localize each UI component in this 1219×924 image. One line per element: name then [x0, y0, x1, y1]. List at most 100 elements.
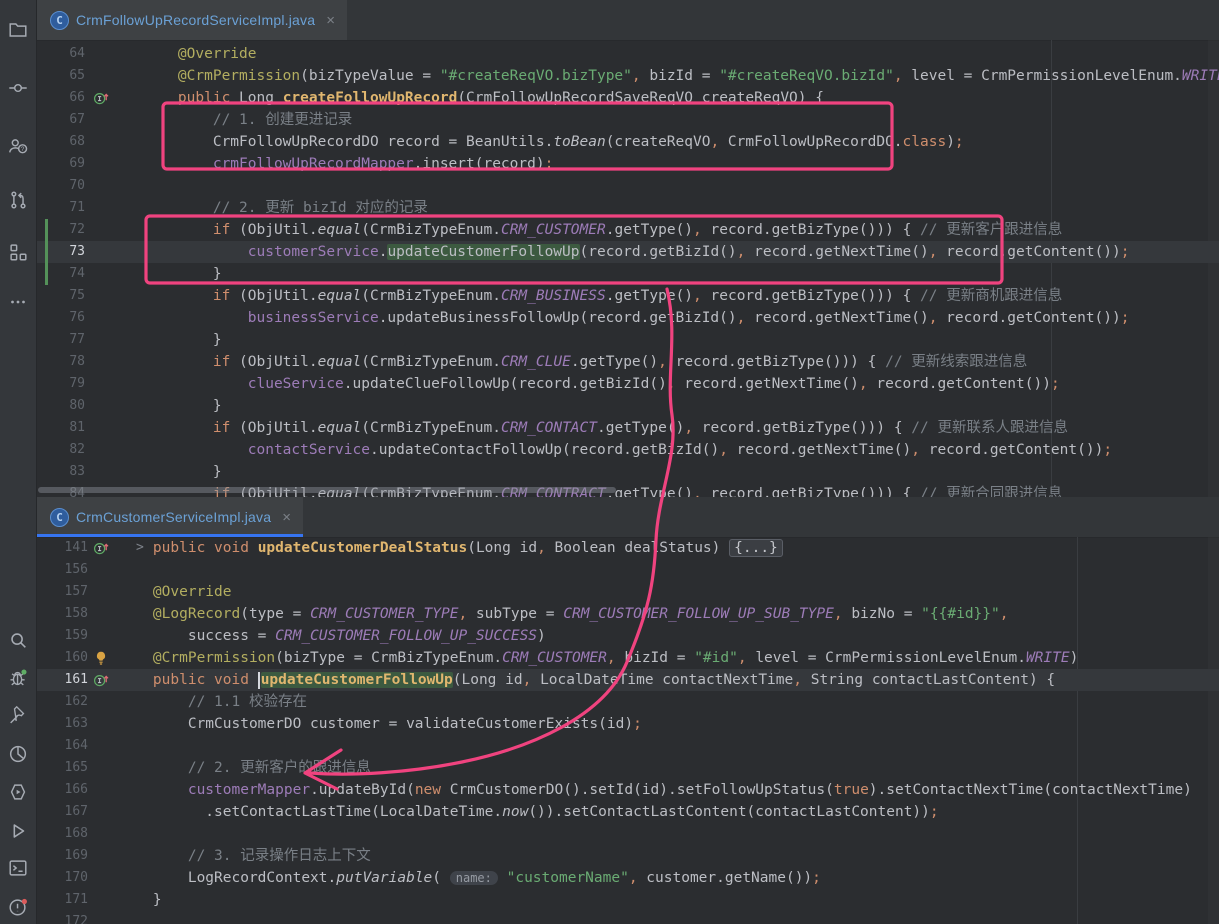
code-text: public Long createFollowUpRecord(CrmFoll… — [143, 87, 824, 109]
code-line-69: 69 crmFollowUpRecordMapper.insert(record… — [36, 153, 1219, 175]
code-line-78: 78 if (ObjUtil.equal(CrmBizTypeEnum.CRM_… — [36, 351, 1219, 373]
line-number: 75 — [36, 285, 85, 307]
code-text: public void updateCustomerFollowUp(Long … — [118, 669, 1055, 691]
line-number: 165 — [36, 757, 88, 779]
code-text: // 2. 更新 bizId 对应的记录 — [143, 197, 428, 219]
java-class-icon: C — [50, 508, 69, 527]
code-line-169: 169 // 3. 记录操作日志上下文 — [36, 845, 1219, 867]
tab-crm-follow-up-record-service-impl[interactable]: C CrmFollowUpRecordServiceImpl.java × — [36, 0, 347, 40]
code-text: } — [143, 329, 222, 351]
run-icon[interactable] — [7, 820, 29, 842]
code-text: // 3. 记录操作日志上下文 — [118, 845, 371, 867]
code-line-172: 172 — [36, 911, 1219, 924]
ide-window: { "colors": { "editor-bg": "#2b2d30", "s… — [0, 0, 1219, 924]
vcs-change-bar — [45, 263, 48, 285]
code-line-168: 168 — [36, 823, 1219, 845]
line-number: 171 — [36, 889, 88, 911]
line-number: 157 — [36, 581, 88, 603]
code-text: } — [143, 395, 222, 417]
code-text: public void updateCustomerDealStatus(Lon… — [118, 537, 783, 559]
tabbar-top: C CrmFollowUpRecordServiceImpl.java × — [36, 0, 1219, 41]
line-number: 68 — [36, 131, 85, 153]
implements-gutter-icon[interactable] — [93, 540, 109, 556]
code-line-73: 73 customerService.updateCustomerFollowU… — [36, 241, 1219, 263]
code-line-156: 156 — [36, 559, 1219, 581]
profiler-icon[interactable] — [7, 743, 29, 765]
code-text: .setContactLastTime(LocalDateTime.now())… — [118, 801, 939, 823]
code-text: LogRecordContext.putVariable( name: "cus… — [118, 867, 821, 889]
code-text: @Override — [118, 581, 232, 603]
implements-gutter-icon[interactable] — [93, 672, 109, 688]
line-number: 69 — [36, 153, 85, 175]
code-text: @Override — [143, 43, 257, 65]
line-number: 80 — [36, 395, 85, 417]
svg-text:?: ? — [21, 146, 25, 153]
code-text: crmFollowUpRecordMapper.insert(record); — [143, 153, 553, 175]
code-line-65: 65 @CrmPermission(bizTypeValue = "#creat… — [36, 65, 1219, 87]
pull-request-icon[interactable] — [7, 189, 29, 211]
code-line-72: 72 if (ObjUtil.equal(CrmBizTypeEnum.CRM_… — [36, 219, 1219, 241]
code-line-79: 79 clueService.updateClueFollowUp(record… — [36, 373, 1219, 395]
search-icon[interactable] — [7, 629, 29, 651]
code-line-68: 68 CrmFollowUpRecordDO record = BeanUtil… — [36, 131, 1219, 153]
project-folder-icon[interactable] — [7, 19, 29, 41]
java-class-icon: C — [50, 11, 69, 30]
line-number: 77 — [36, 329, 85, 351]
code-text: if (ObjUtil.equal(CrmBizTypeEnum.CRM_BUS… — [143, 285, 1062, 307]
line-number: 72 — [36, 219, 85, 241]
line-number: 65 — [36, 65, 85, 87]
horizontal-scrollbar[interactable] — [38, 487, 616, 493]
parameter-hint: name: — [450, 871, 498, 885]
line-number: 82 — [36, 439, 85, 461]
line-number: 160 — [36, 647, 88, 669]
code-text: customerService.updateCustomerFollowUp(r… — [143, 241, 1130, 263]
build-hammer-icon[interactable] — [7, 705, 29, 727]
close-tab-icon[interactable]: × — [326, 13, 335, 28]
code-line-64: 64 @Override — [36, 43, 1219, 65]
line-number: 159 — [36, 625, 88, 647]
code-line-70: 70 — [36, 175, 1219, 197]
code-line-141: 141> public void updateCustomerDealStatu… — [36, 537, 1219, 559]
code-line-75: 75 if (ObjUtil.equal(CrmBizTypeEnum.CRM_… — [36, 285, 1219, 307]
line-number: 76 — [36, 307, 85, 329]
line-number: 83 — [36, 461, 85, 483]
code-line-167: 167 .setContactLastTime(LocalDateTime.no… — [36, 801, 1219, 823]
tab-crm-customer-service-impl[interactable]: C CrmCustomerServiceImpl.java × — [36, 497, 303, 537]
code-text: CrmCustomerDO customer = validateCustome… — [118, 713, 642, 735]
intention-bulb-icon[interactable] — [93, 650, 109, 666]
code-editor-bottom[interactable]: 141> public void updateCustomerDealStatu… — [36, 537, 1219, 924]
line-number: 169 — [36, 845, 88, 867]
line-number: 166 — [36, 779, 88, 801]
more-icon[interactable] — [7, 291, 29, 313]
folded-region[interactable]: {...} — [729, 539, 783, 557]
commit-icon[interactable] — [7, 77, 29, 99]
problems-icon[interactable] — [7, 896, 29, 918]
code-text: if (ObjUtil.equal(CrmBizTypeEnum.CRM_CLU… — [143, 351, 1027, 373]
line-number: 158 — [36, 603, 88, 625]
code-text: } — [143, 263, 222, 285]
line-number: 81 — [36, 417, 85, 439]
code-text: if (ObjUtil.equal(CrmBizTypeEnum.CRM_CUS… — [143, 219, 1062, 241]
terminal-icon[interactable] — [7, 857, 29, 879]
code-line-158: 158 @LogRecord(type = CRM_CUSTOMER_TYPE,… — [36, 603, 1219, 625]
code-line-162: 162 // 1.1 校验存在 — [36, 691, 1219, 713]
close-tab-icon[interactable]: × — [282, 510, 291, 525]
code-line-163: 163 CrmCustomerDO customer = validateCus… — [36, 713, 1219, 735]
structure-icon[interactable] — [7, 241, 29, 263]
code-line-161: 161 public void updateCustomerFollowUp(L… — [36, 669, 1219, 691]
line-number: 71 — [36, 197, 85, 219]
implements-gutter-icon[interactable] — [93, 90, 109, 106]
line-number: 78 — [36, 351, 85, 373]
code-line-67: 67 // 1. 创建更进记录 — [36, 109, 1219, 131]
vcs-change-bar — [45, 219, 48, 241]
editor-pane-bottom: C CrmCustomerServiceImpl.java × 141> pub… — [36, 497, 1219, 924]
code-text: // 1.1 校验存在 — [118, 691, 307, 713]
code-editor-top[interactable]: 64 @Override65 @CrmPermission(bizTypeVal… — [36, 40, 1219, 497]
services-icon[interactable] — [7, 781, 29, 803]
code-line-71: 71 // 2. 更新 bizId 对应的记录 — [36, 197, 1219, 219]
code-line-80: 80 } — [36, 395, 1219, 417]
users-question-icon[interactable]: ? — [7, 135, 29, 157]
debug-icon[interactable] — [7, 667, 29, 689]
tool-window-stripe: ? — [0, 0, 37, 924]
code-text: success = CRM_CUSTOMER_FOLLOW_UP_SUCCESS… — [118, 625, 546, 647]
